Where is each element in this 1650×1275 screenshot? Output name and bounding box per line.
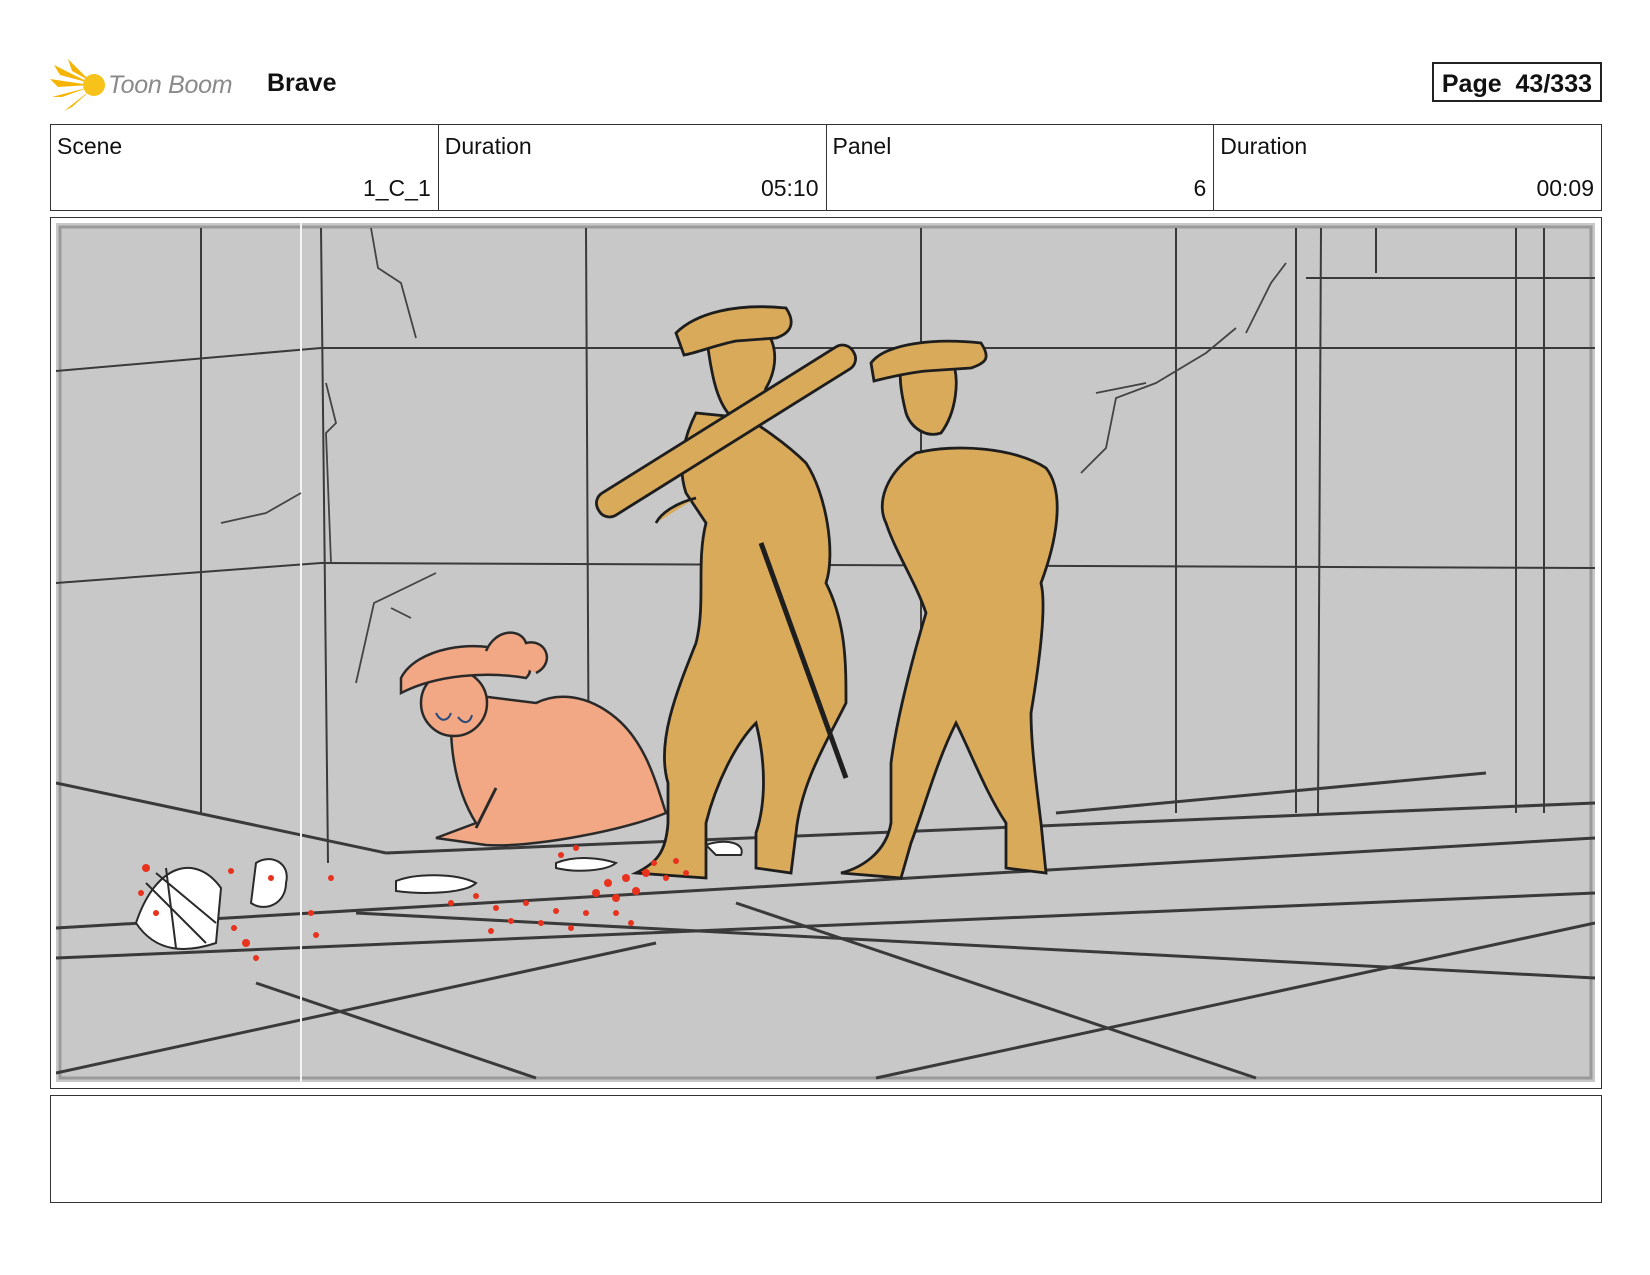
- logo-text: Toon Boom: [108, 71, 233, 99]
- panel-drawing: [56, 223, 1595, 1082]
- panel-notes: [50, 1095, 1602, 1203]
- page-label: Page: [1441, 70, 1502, 98]
- panel-duration-label: Duration: [1220, 133, 1308, 159]
- page-header: Toon Boom Brave Page 43/333: [50, 55, 1602, 115]
- sketch-illustration: [56, 223, 1595, 1082]
- sunburst-icon: [50, 59, 105, 111]
- panel-duration-value: 00:09: [1536, 175, 1594, 201]
- project-title: Brave: [267, 69, 337, 97]
- page-indicator: Page 43/333: [1431, 62, 1602, 102]
- soldier-two-figure: [840, 339, 1059, 880]
- storyboard-panel: [50, 217, 1602, 1089]
- scene-label: Scene: [57, 133, 123, 159]
- scene-duration-value: 05:10: [760, 175, 819, 201]
- panel-value: 6: [1193, 175, 1207, 201]
- scene-info-table: Scene 1_C_1 Duration 05:10 Panel 6 Durat…: [50, 124, 1602, 211]
- scene-duration-label: Duration: [444, 133, 532, 159]
- panel-cell: Panel 6: [827, 125, 1215, 210]
- toon-boom-logo: Toon Boom: [50, 57, 250, 113]
- scene-duration-cell: Duration 05:10: [439, 125, 827, 210]
- panel-label: Panel: [832, 133, 892, 159]
- girl-figure: [399, 631, 668, 847]
- page-number: 43/333: [1515, 70, 1592, 98]
- scene-value: 1_C_1: [362, 175, 431, 201]
- panel-duration-cell: Duration 00:09: [1214, 125, 1601, 210]
- scene-cell: Scene 1_C_1: [51, 125, 439, 210]
